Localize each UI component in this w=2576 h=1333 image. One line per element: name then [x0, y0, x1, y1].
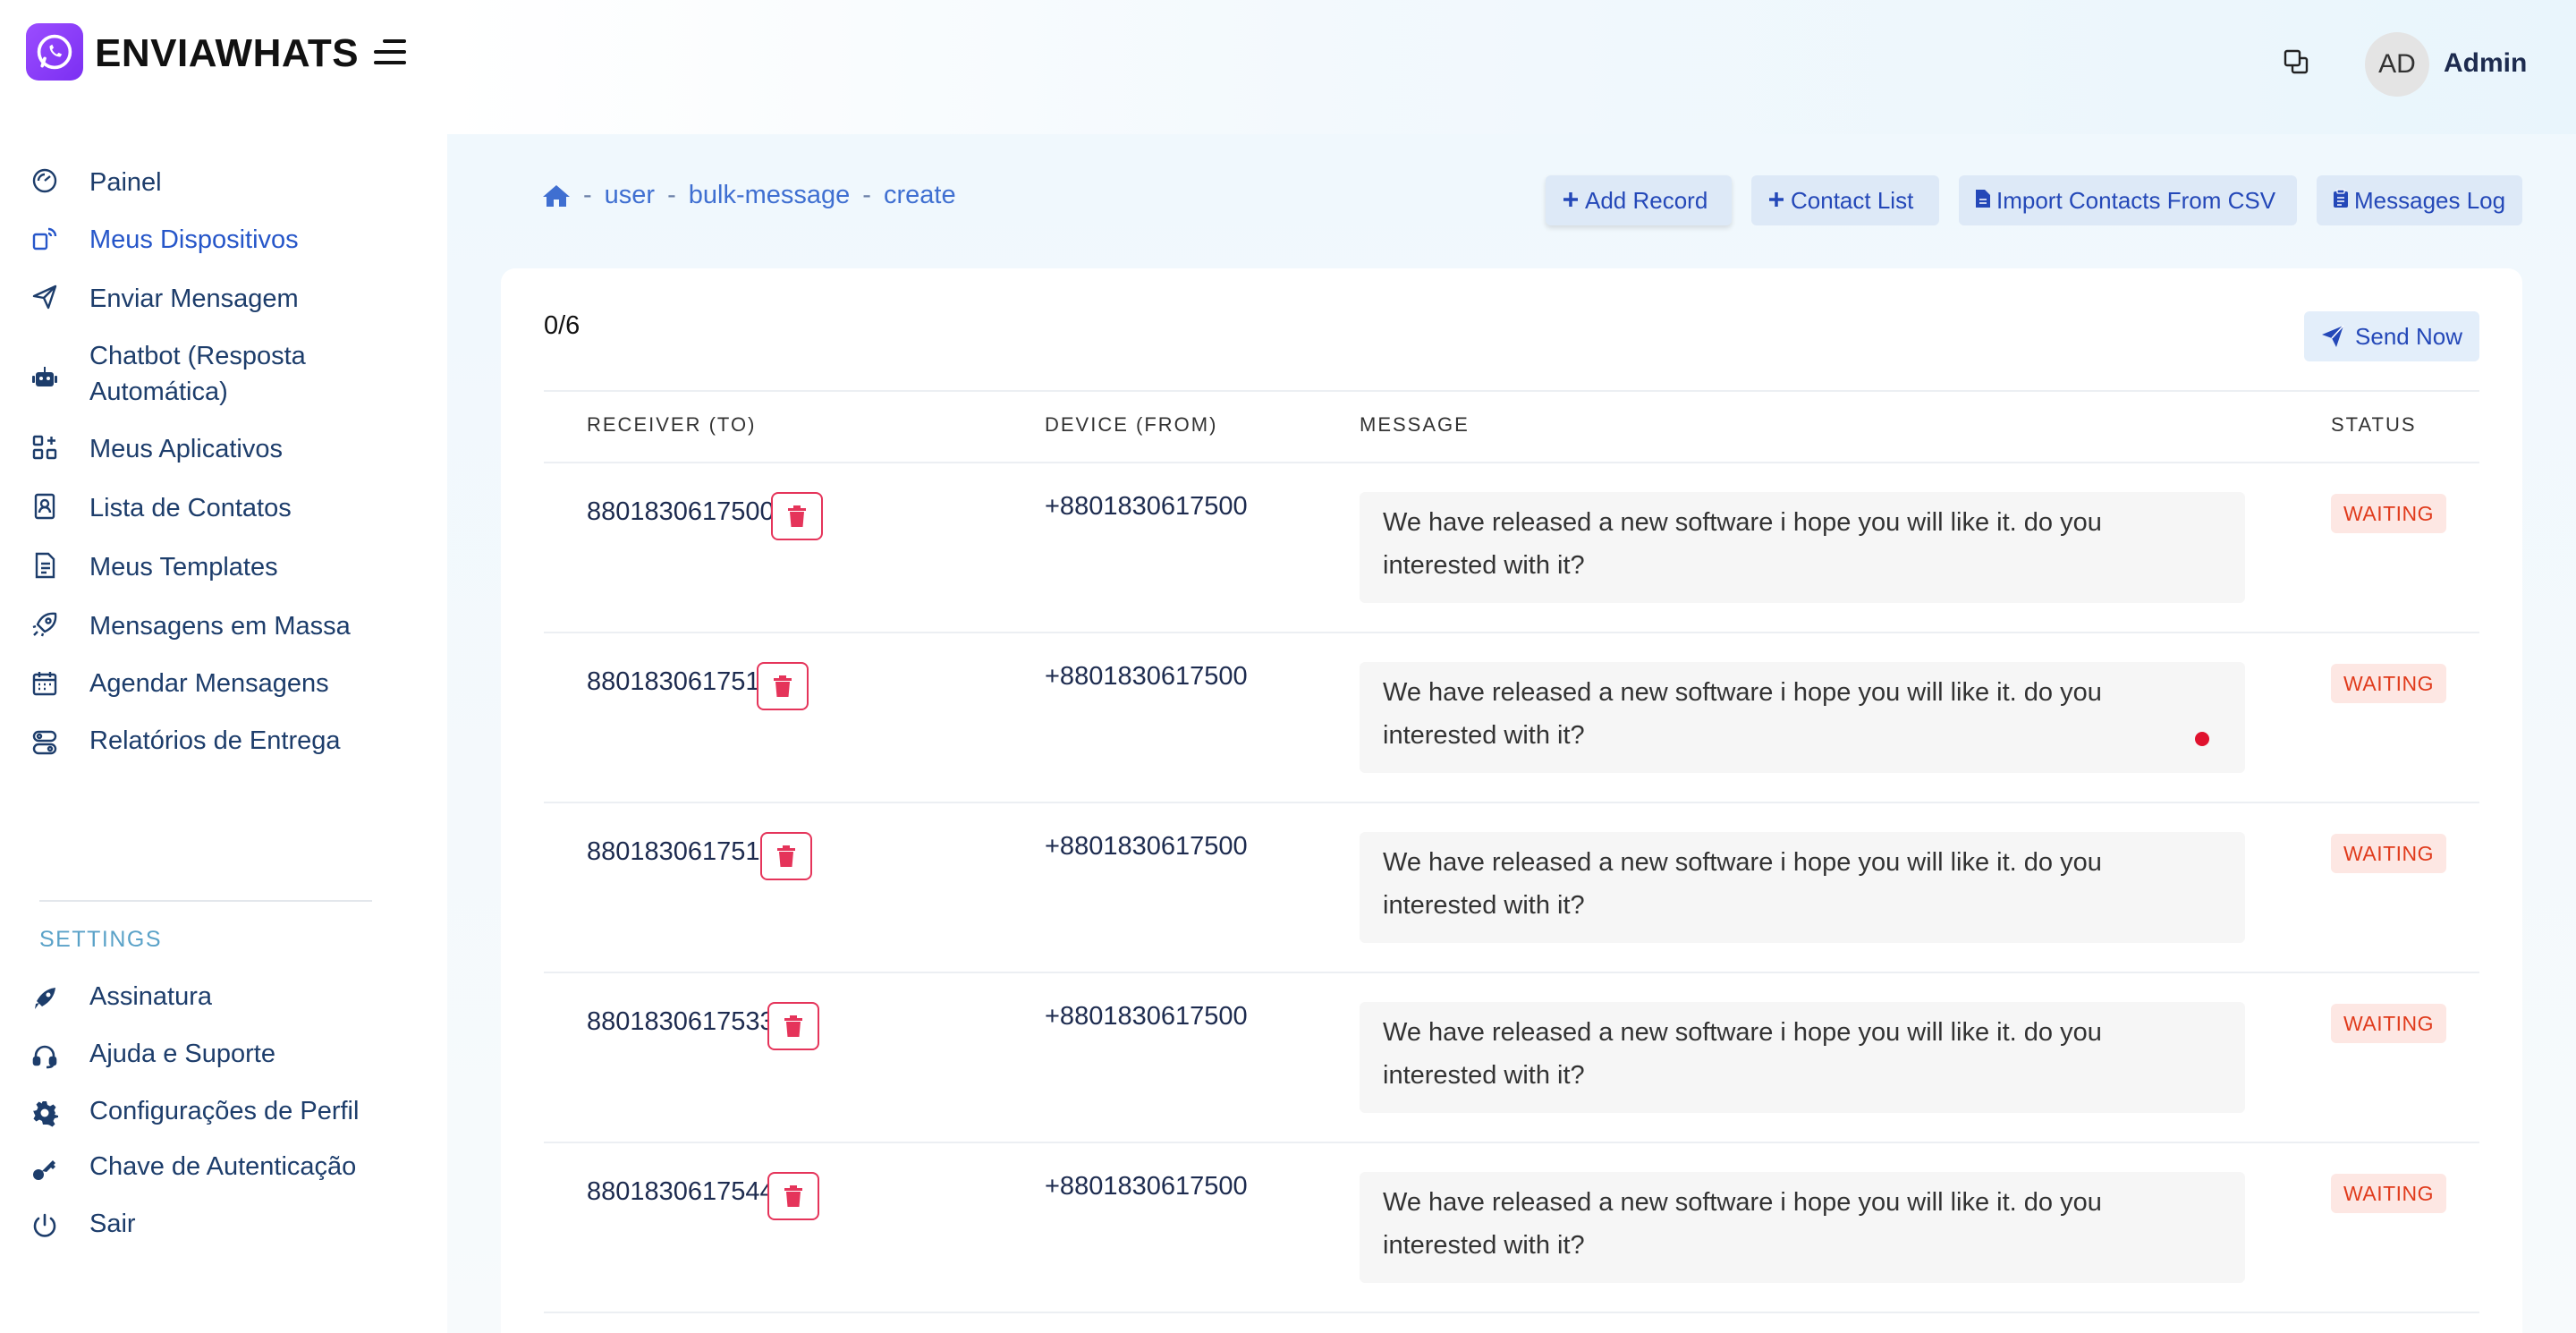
row-divider	[544, 802, 2479, 803]
table-divider	[544, 462, 2479, 463]
sidebar-item-label: Meus Aplicativos	[89, 435, 283, 463]
sidebar-item-label: Enviar Mensagem	[89, 284, 299, 313]
file-icon	[1975, 187, 1991, 215]
sidebar-item-label: Chatbot (Resposta Automática)	[89, 342, 306, 406]
sidebar-item-label: Configurações de Perfil	[89, 1097, 360, 1125]
power-icon	[30, 1211, 59, 1240]
sidebar-item-label: Sair	[89, 1210, 136, 1238]
message-textarea[interactable]: We have released a new software i hope y…	[1360, 492, 2245, 603]
sidebar-item-label: Meus Dispositivos	[89, 225, 299, 254]
status-badge: WAITING	[2331, 664, 2447, 703]
headset-icon	[30, 1041, 59, 1070]
sidebar-item-label: Painel	[89, 168, 162, 197]
sidebar-item-label: Chave de Autenticação	[89, 1152, 357, 1181]
sidebar-divider	[39, 900, 372, 902]
devices-icon	[30, 224, 59, 252]
row-divider	[544, 972, 2479, 973]
messages-log-button[interactable]: Messages Log	[2317, 175, 2522, 225]
status-badge: WAITING	[2331, 1004, 2447, 1043]
message-textarea[interactable]: We have released a new software i hope y…	[1360, 1002, 2245, 1113]
delete-button[interactable]	[757, 662, 809, 710]
menu-toggle-icon[interactable]	[370, 39, 406, 64]
dashboard-icon	[30, 166, 59, 195]
device-number: +8801830617500	[1045, 1002, 1248, 1031]
receiver-number: 8801830617512	[587, 837, 775, 866]
trash-icon	[784, 1185, 802, 1207]
subscription-icon	[30, 984, 59, 1013]
status-badge: WAITING	[2331, 1174, 2447, 1213]
row-divider	[544, 1312, 2479, 1313]
device-number: +8801830617500	[1045, 1172, 1248, 1201]
gear-icon	[30, 1099, 59, 1127]
trash-icon	[788, 505, 806, 527]
template-icon	[30, 551, 59, 580]
sidebar-item-label: Mensagens em Massa	[89, 612, 351, 641]
breadcrumb: - user - bulk-message - create	[542, 181, 956, 210]
receiver-number: 8801830617500	[587, 497, 775, 526]
delete-button[interactable]	[771, 492, 823, 540]
message-textarea[interactable]: We have released a new software i hope y…	[1360, 1172, 2245, 1283]
apps-icon	[30, 433, 59, 462]
device-number: +8801830617500	[1045, 832, 1248, 861]
whatsapp-logo-icon[interactable]	[26, 23, 83, 81]
device-number: +8801830617500	[1045, 492, 1248, 521]
sent-counter: 0/6	[544, 311, 580, 340]
recording-indicator	[2195, 732, 2209, 746]
sidebar-item-label: Ajuda e Suporte	[89, 1040, 275, 1068]
message-textarea[interactable]: We have released a new software i hope y…	[1360, 832, 2245, 943]
robot-icon	[30, 363, 59, 392]
sidebar-item-label: Lista de Contatos	[89, 494, 292, 522]
contact-book-icon	[30, 492, 59, 521]
report-icon	[30, 728, 59, 757]
send-now-button[interactable]: Send Now	[2304, 311, 2479, 361]
brand-name: ENVIAWHATS	[95, 31, 360, 75]
receiver-number: 8801830617533	[587, 1007, 775, 1036]
delete-button[interactable]	[767, 1002, 819, 1050]
table-divider	[544, 390, 2479, 392]
sidebar-item-label: Assinatura	[89, 982, 213, 1011]
status-badge: WAITING	[2331, 494, 2447, 533]
home-icon[interactable]	[542, 183, 571, 208]
trash-icon	[774, 675, 792, 697]
breadcrumb-bulk-message[interactable]: bulk-message	[689, 181, 851, 210]
column-header-status: STATUS	[2331, 413, 2417, 436]
receiver-number: 8801830617544	[587, 1177, 775, 1206]
delete-button[interactable]	[767, 1172, 819, 1220]
add-record-button[interactable]: Add Record	[1546, 175, 1732, 225]
fullscreen-icon[interactable]	[2283, 48, 2309, 75]
trash-icon	[784, 1015, 802, 1037]
plus-icon	[1562, 187, 1580, 215]
paper-plane-icon	[2322, 325, 2344, 347]
device-number: +8801830617500	[1045, 662, 1248, 691]
status-badge: WAITING	[2331, 834, 2447, 873]
row-divider	[544, 1142, 2479, 1143]
send-icon	[30, 283, 59, 311]
import-csv-button[interactable]: Import Contacts From CSV	[1959, 175, 2297, 225]
row-divider	[544, 632, 2479, 633]
rocket-icon	[30, 610, 59, 639]
trash-icon	[777, 845, 795, 867]
sidebar-item-label: Agendar Mensagens	[89, 669, 329, 698]
calendar-icon	[30, 669, 59, 698]
avatar[interactable]: AD	[2365, 32, 2429, 97]
user-name[interactable]: Admin	[2444, 48, 2527, 79]
receiver-number: 8801830617511	[587, 667, 773, 696]
clipboard-icon	[2333, 187, 2349, 215]
column-header-receiver: RECEIVER (TO)	[587, 413, 757, 436]
plus-icon	[1767, 187, 1785, 215]
sidebar-item-label: Relatórios de Entrega	[89, 726, 341, 755]
breadcrumb-user[interactable]: user	[605, 181, 655, 210]
settings-heading: SETTINGS	[39, 927, 163, 952]
column-header-message: MESSAGE	[1360, 413, 1470, 436]
sidebar-item-label: Meus Templates	[89, 553, 278, 582]
column-header-device: DEVICE (FROM)	[1045, 413, 1218, 436]
contact-list-button[interactable]: Contact List	[1751, 175, 1939, 225]
delete-button[interactable]	[760, 832, 812, 880]
message-textarea[interactable]: We have released a new software i hope y…	[1360, 662, 2245, 773]
key-icon	[30, 1154, 59, 1183]
breadcrumb-create[interactable]: create	[884, 181, 956, 210]
